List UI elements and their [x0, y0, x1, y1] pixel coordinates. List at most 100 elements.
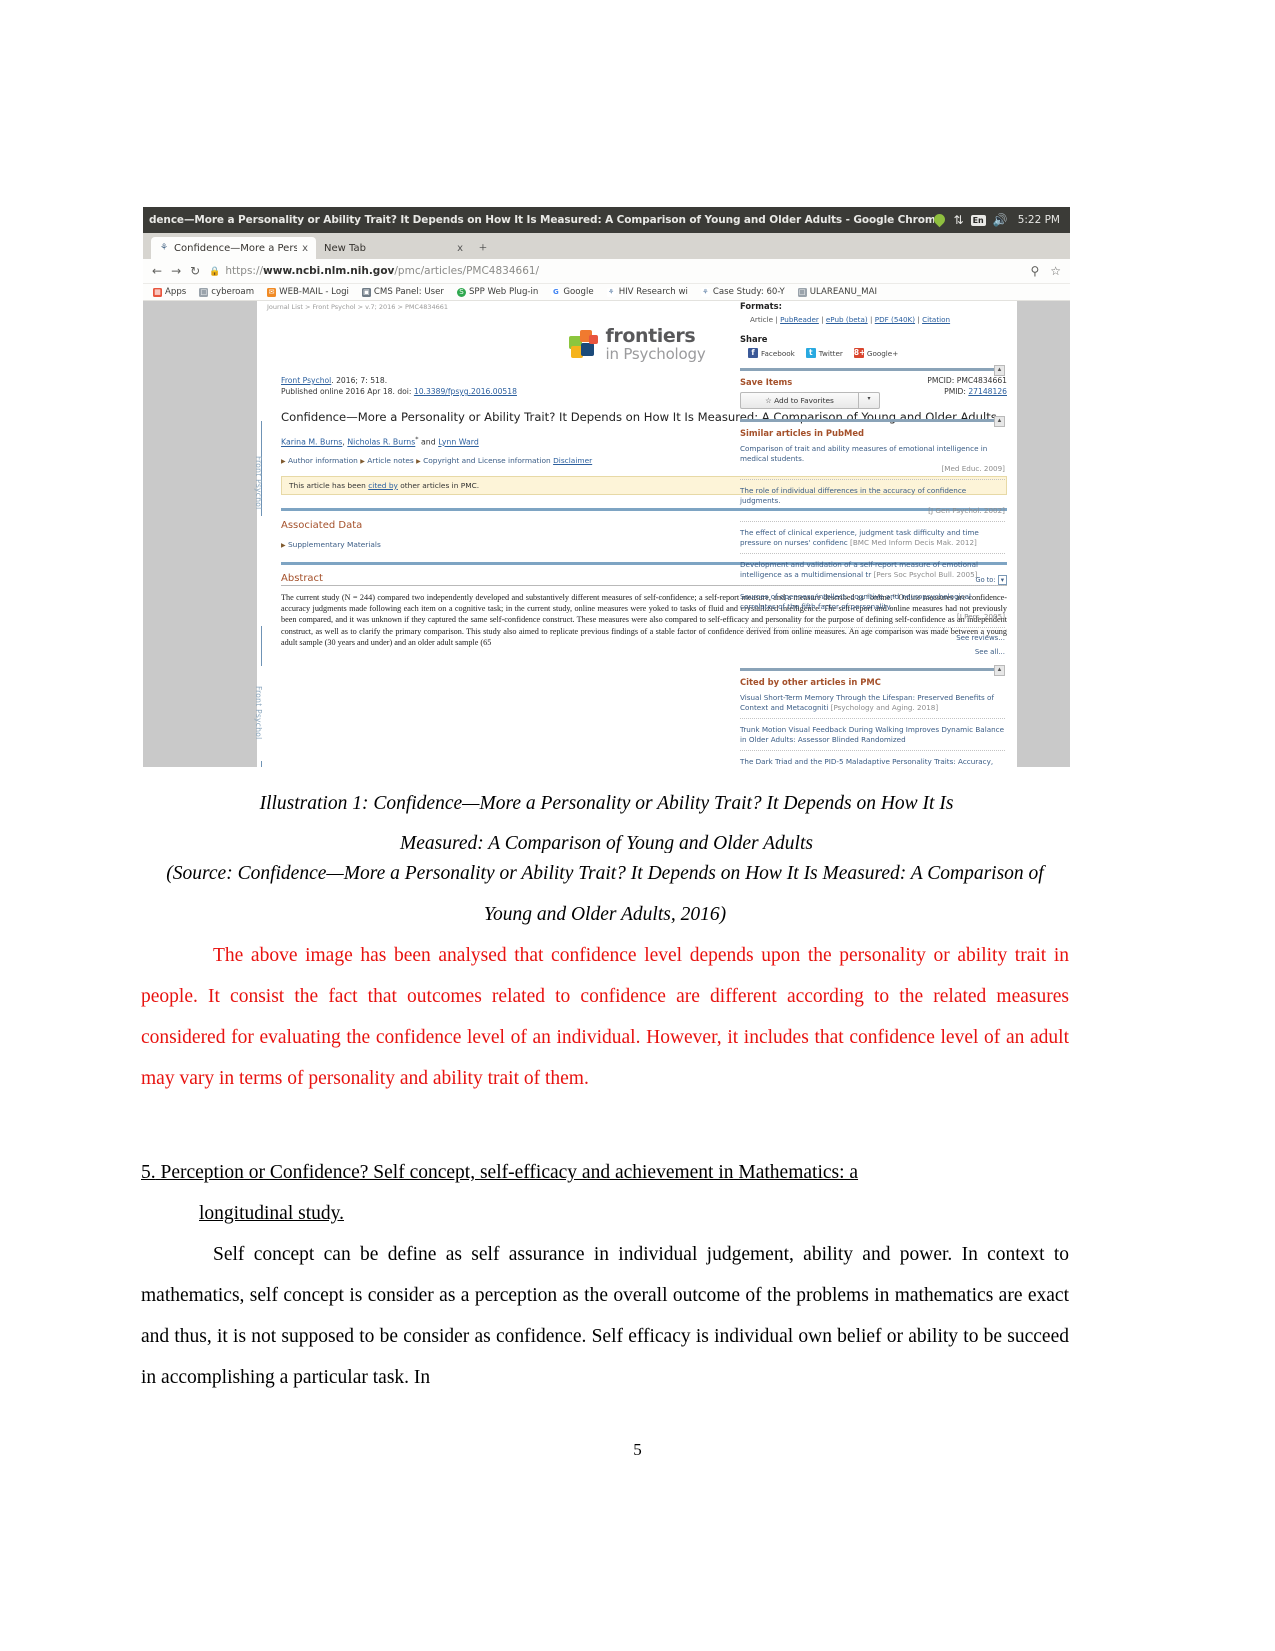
back-icon[interactable]: ← [152, 265, 162, 277]
similar-title: The role of individual differences in th… [740, 486, 967, 505]
web-page-viewport: Journal List > Front Psychol > v.7; 2016… [143, 301, 1070, 777]
list-item[interactable]: The role of individual differences in th… [740, 486, 1005, 522]
sep: | [775, 315, 778, 324]
bookmark-web-mail[interactable]: ✉ WEB-MAIL - Logi [267, 287, 349, 297]
close-icon[interactable]: x [302, 243, 308, 254]
language-indicator[interactable]: En [970, 214, 986, 226]
add-to-favorites-control[interactable]: ☆ Add to Favorites ▾ [740, 392, 880, 409]
bookmark-hiv-research[interactable]: ⚘ HIV Research wi [606, 287, 688, 297]
browser-nav-bar: ← → ↻ 🔒 https://www.ncbi.nlm.nih.gov/pmc… [143, 259, 1070, 284]
section-heading-5: 5. Perception or Confidence? Self concep… [141, 1152, 1069, 1234]
url-path: /pmc/articles/PMC4834661/ [394, 265, 540, 277]
side-rule [261, 626, 262, 666]
new-tab-button[interactable]: + [471, 241, 495, 259]
similar-journal: [Med Educ. 2009] [941, 464, 1005, 473]
bookmark-star-icon[interactable]: ☆ [1050, 265, 1061, 277]
address-bar[interactable]: 🔒 https://www.ncbi.nlm.nih.gov/pmc/artic… [209, 263, 1021, 279]
bookmark-case-study[interactable]: ⚘ Case Study: 60-Y [700, 287, 785, 297]
similar-journal: [BMC Med Inform Decis Mak. 2012] [850, 538, 977, 547]
tab-new-tab[interactable]: New Tab x [316, 237, 471, 259]
format-pubreader[interactable]: PubReader [780, 315, 819, 324]
cited-by-heading: Cited by other articles in PMC [740, 677, 881, 687]
share-facebook-button[interactable]: f Facebook [748, 348, 795, 358]
author-link[interactable]: Nicholas R. Burns [347, 438, 415, 447]
doi-link[interactable]: 10.3389/fpsyg.2016.00518 [414, 387, 517, 396]
copyright-link[interactable]: Copyright and License information [423, 456, 551, 465]
favorites-dropdown-icon[interactable]: ▾ [859, 392, 880, 409]
list-item[interactable]: Trunk Motion Visual Feedback During Walk… [740, 725, 1005, 751]
bookmark-label: WEB-MAIL - Logi [279, 287, 349, 297]
bookmark-apps[interactable]: ▦ Apps [153, 287, 186, 297]
share-googleplus-button[interactable]: 8+ Google+ [853, 348, 898, 358]
mail-icon: ✉ [267, 287, 277, 297]
list-item[interactable]: Comparison of trait and ability measures… [740, 444, 1005, 480]
author-information-link[interactable]: Author information [288, 456, 358, 465]
sep: | [870, 315, 873, 324]
and-label: and [418, 437, 439, 447]
browser-tab-bar: ⚘ Confidence—More a Pers x New Tab x + [143, 233, 1070, 259]
list-item[interactable]: Sources of openness/intellect: cognitive… [740, 592, 1005, 628]
tab-confidence-article[interactable]: ⚘ Confidence—More a Pers x [151, 237, 316, 259]
collapse-icon[interactable]: ▲ [994, 665, 1005, 676]
format-epub[interactable]: ePub (beta) [826, 315, 868, 324]
bookmarks-bar: ▦ Apps □ cyberoam ✉ WEB-MAIL - Logi ▣ CM… [143, 284, 1070, 301]
close-icon[interactable]: x [457, 243, 463, 254]
search-icon[interactable]: ⚲ [1030, 265, 1039, 277]
similar-journal: [Pers Soc Psychol Bull. 2005] [873, 570, 978, 579]
network-icon[interactable]: ⇅ [954, 214, 964, 226]
journal-link[interactable]: Front Psychol [281, 376, 331, 385]
journal-side-tag-2: Front Psychol [254, 686, 263, 740]
apps-grid-icon: ▦ [153, 287, 162, 297]
bookmark-cms-panel[interactable]: ▣ CMS Panel: User [361, 287, 444, 297]
bookmark-label: SPP Web Plug-in [468, 287, 539, 297]
reload-icon[interactable]: ↻ [190, 265, 200, 277]
see-all-link[interactable]: See all... [740, 648, 1005, 656]
bookmark-label: Google [563, 287, 594, 297]
abstract-heading: Abstract [281, 572, 323, 584]
article-notes-link[interactable]: Article notes [367, 456, 414, 465]
share-label: Twitter [818, 348, 843, 358]
disclaimer-link[interactable]: Disclaimer [553, 456, 592, 465]
cms-icon: ▣ [361, 287, 371, 297]
share-heading: Share [740, 334, 768, 344]
divider: ▲ [740, 365, 1005, 376]
author-link[interactable]: Karina M. Burns [281, 438, 342, 447]
tab-label: New Tab [324, 242, 366, 254]
bookmark-google[interactable]: G Google [551, 287, 594, 297]
collapse-icon[interactable]: ▲ [994, 365, 1005, 376]
cited-title: Trunk Motion Visual Feedback During Walk… [740, 725, 1005, 744]
bookmark-spp-web-plugin[interactable]: S SPP Web Plug-in [456, 287, 539, 297]
add-to-favorites-button[interactable]: ☆ Add to Favorites [740, 392, 859, 409]
cited-by-link[interactable]: cited by [368, 481, 398, 490]
list-item[interactable]: Development and validation of a self-rep… [740, 560, 1005, 586]
breadcrumb[interactable]: Journal List > Front Psychol > v.7; 2016… [267, 303, 448, 311]
frontiers-logo-mark-icon [568, 329, 599, 360]
similar-title: Comparison of trait and ability measures… [740, 444, 988, 463]
clock-label[interactable]: 5:22 PM [1015, 214, 1060, 226]
bookmark-ulareanu[interactable]: □ ULAREANU_MAI [797, 287, 877, 297]
bookmark-cyberoam[interactable]: □ cyberoam [199, 287, 254, 297]
list-item[interactable]: The effect of clinical experience, judgm… [740, 528, 1005, 554]
see-reviews-link[interactable]: See reviews... [740, 634, 1005, 642]
share-twitter-button[interactable]: t Twitter [805, 348, 843, 358]
bookmark-label: Apps [165, 287, 187, 297]
format-citation[interactable]: Citation [922, 315, 950, 324]
sep: | [821, 315, 824, 324]
save-items-heading: Save Items [740, 377, 793, 387]
collapse-icon[interactable]: ▲ [994, 416, 1005, 427]
format-pdf[interactable]: PDF (540K) [875, 315, 915, 324]
triangle-icon: ▶ [281, 541, 286, 549]
triangle-icon: ▶ [281, 457, 286, 465]
author-link[interactable]: Lynn Ward [438, 438, 479, 447]
published-online-label: Published online 2016 Apr 18. doi: [281, 387, 414, 396]
similar-journal: [J Pers. 2005] [956, 612, 1005, 621]
list-item[interactable]: Visual Short-Term Memory Through the Lif… [740, 693, 1005, 719]
similar-title: Sources of openness/intellect: cognitive… [740, 592, 971, 611]
link-icon: ⚘ [700, 287, 710, 297]
illustration-caption-line-1: Illustration 1: Confidence—More a Person… [259, 793, 954, 814]
forward-icon[interactable]: → [171, 265, 181, 277]
format-article[interactable]: Article [750, 315, 773, 324]
volume-icon[interactable]: 🔊 [993, 214, 1008, 226]
url-scheme: https:// [225, 265, 264, 277]
bookmark-label: ULAREANU_MAI [809, 287, 877, 297]
